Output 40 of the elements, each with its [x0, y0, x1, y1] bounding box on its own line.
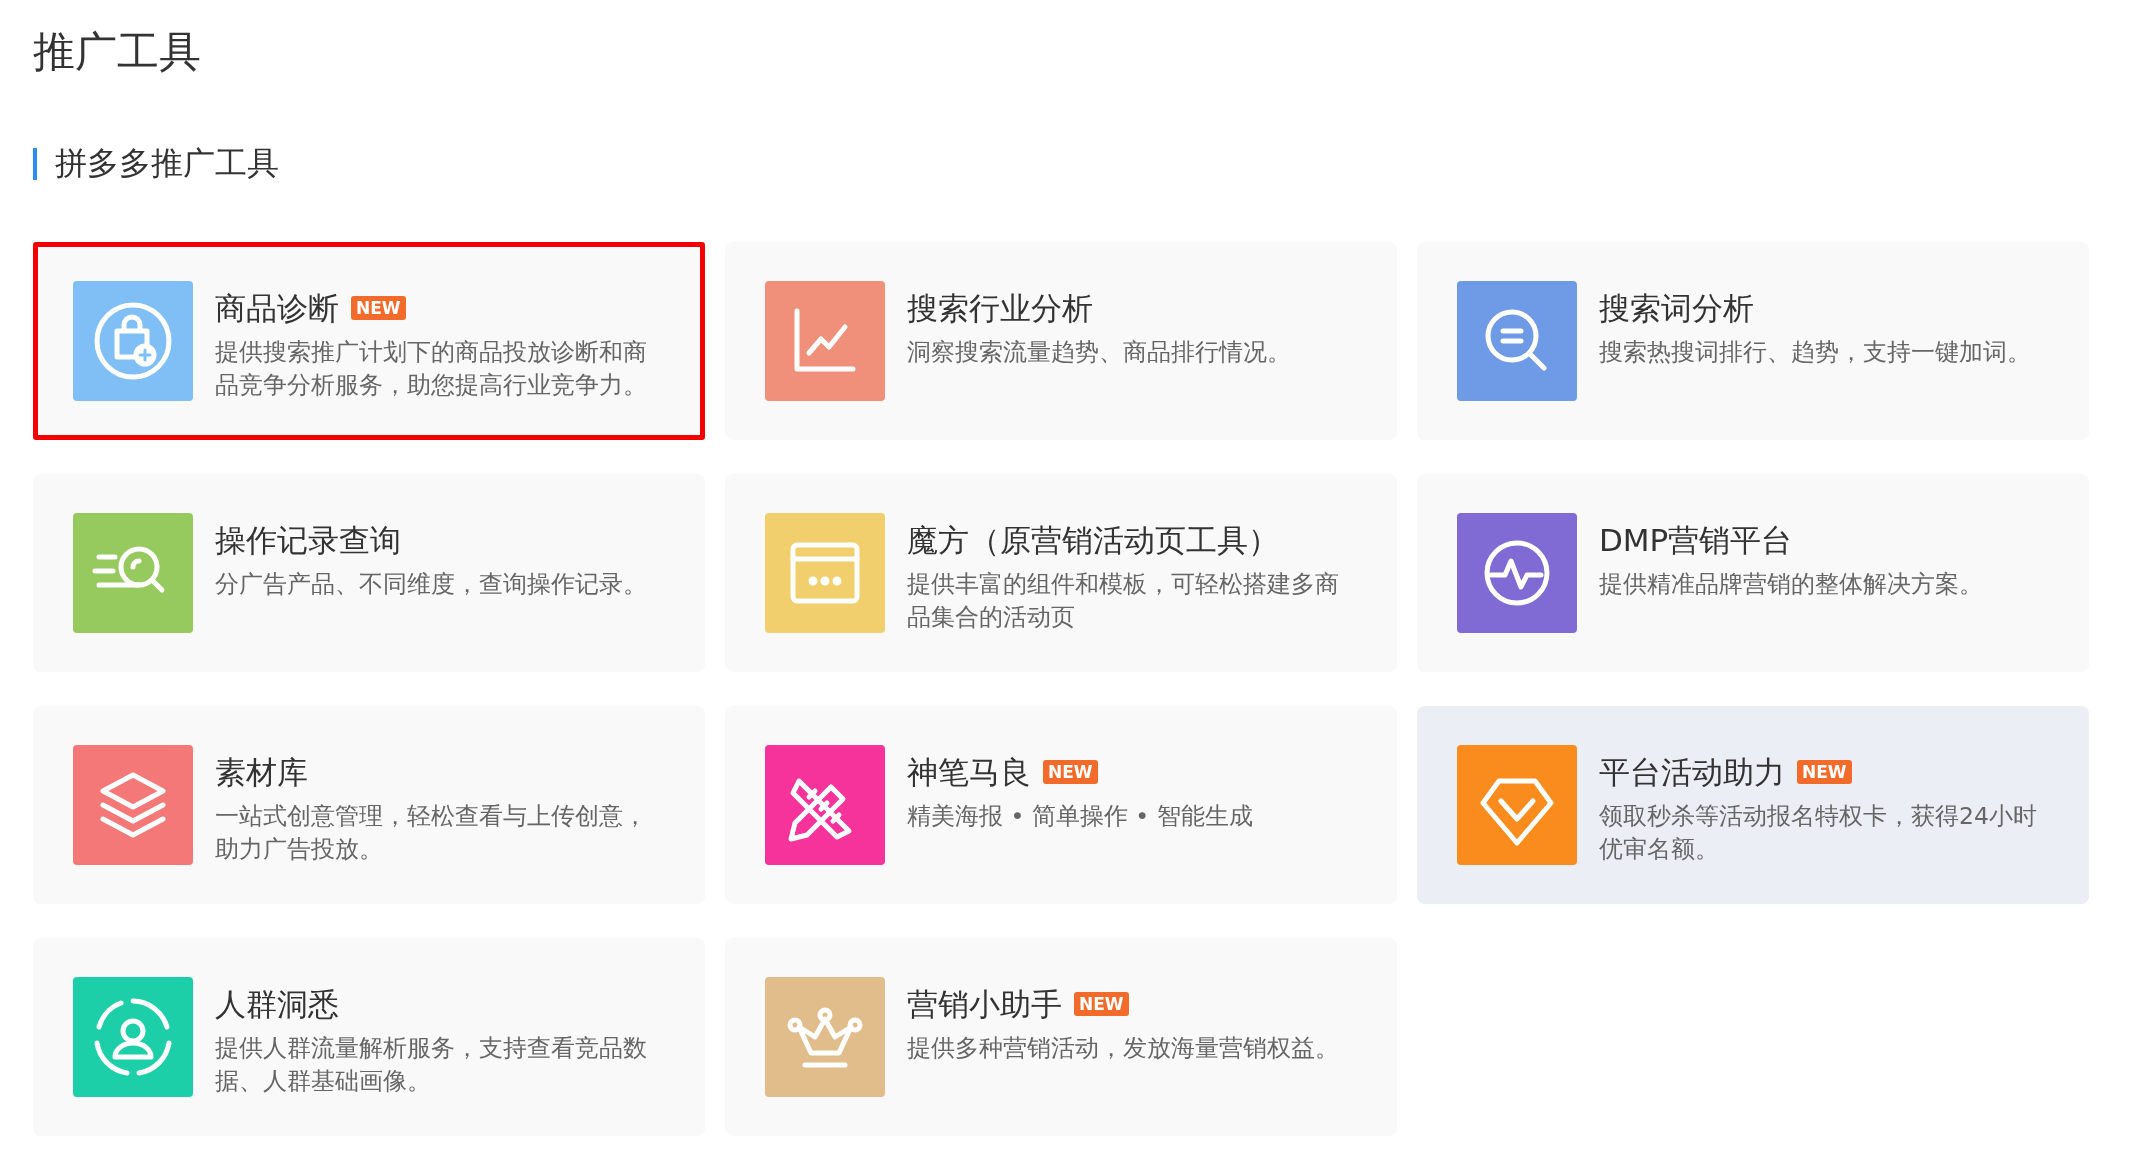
tool-description: 领取秒杀等活动报名特权卡，获得24小时优审名额。 — [1599, 801, 2038, 865]
tool-card[interactable]: 商品诊断 NEW 提供搜索推广计划下的商品投放诊断和商品竞争分析服务，助您提高行业竞争力。 — [33, 242, 705, 440]
tool-card[interactable]: 营销小助手 NEW 提供多种营销活动，发放海量营销权益。 — [725, 938, 1397, 1136]
tool-title: 素材库 — [215, 753, 308, 792]
tool-title: DMP营销平台 — [1599, 521, 1793, 560]
tool-description: 提供丰富的组件和模板，可轻松搭建多商品集合的活动页 — [907, 569, 1340, 633]
tool-card[interactable]: DMP营销平台 提供精准品牌营销的整体解决方案。 — [1417, 474, 2089, 672]
tool-title: 操作记录查询 — [215, 521, 401, 560]
tool-title: 营销小助手 — [907, 985, 1062, 1024]
tool-card[interactable]: 魔方（原营销活动页工具） 提供丰富的组件和模板，可轻松搭建多商品集合的活动页 — [725, 474, 1397, 672]
tool-title: 神笔马良 — [907, 753, 1031, 792]
tool-card[interactable]: 神笔马良 NEW 精美海报 • 简单操作 • 智能生成 — [725, 706, 1397, 904]
tool-title: 平台活动助力 — [1599, 753, 1785, 792]
new-badge: NEW — [1797, 760, 1852, 784]
tool-card[interactable]: 搜索词分析 搜索热搜词排行、趋势，支持一键加词。 — [1417, 242, 2089, 440]
tool-card[interactable]: 搜索行业分析 洞察搜索流量趋势、商品排行情况。 — [725, 242, 1397, 440]
tool-title: 商品诊断 — [215, 289, 339, 328]
tool-description: 搜索热搜词排行、趋势，支持一键加词。 — [1599, 337, 2032, 368]
tool-description: 提供多种营销活动，发放海量营销权益。 — [907, 1033, 1340, 1064]
tool-description: 提供精准品牌营销的整体解决方案。 — [1599, 569, 1984, 600]
new-badge: NEW — [1074, 992, 1129, 1016]
tool-card[interactable]: 素材库 一站式创意管理，轻松查看与上传创意，助力广告投放。 — [33, 706, 705, 904]
tool-description: 精美海报 • 简单操作 • 智能生成 — [907, 801, 1254, 832]
tool-card[interactable]: 人群洞悉 提供人群流量解析服务，支持查看竞品数据、人群基础画像。 — [33, 938, 705, 1136]
section-marker — [33, 148, 37, 180]
tool-description: 洞察搜索流量趋势、商品排行情况。 — [907, 337, 1292, 368]
new-badge: NEW — [1043, 760, 1098, 784]
tool-description: 分广告产品、不同维度，查询操作记录。 — [215, 569, 648, 600]
new-badge: NEW — [351, 296, 406, 320]
tool-title: 人群洞悉 — [215, 985, 339, 1024]
tool-card[interactable]: 操作记录查询 分广告产品、不同维度，查询操作记录。 — [33, 474, 705, 672]
page-title: 推广工具 — [33, 26, 202, 78]
tool-card[interactable]: 平台活动助力 NEW 领取秒杀等活动报名特权卡，获得24小时优审名额。 — [1417, 706, 2089, 904]
tool-title: 搜索行业分析 — [907, 289, 1093, 328]
tool-title: 搜索词分析 — [1599, 289, 1754, 328]
section-title: 拼多多推广工具 — [55, 143, 279, 184]
tool-description: 提供搜索推广计划下的商品投放诊断和商品竞争分析服务，助您提高行业竞争力。 — [215, 337, 648, 401]
tool-description: 提供人群流量解析服务，支持查看竞品数据、人群基础画像。 — [215, 1033, 648, 1097]
tool-description: 一站式创意管理，轻松查看与上传创意，助力广告投放。 — [215, 801, 648, 865]
tool-title: 魔方（原营销活动页工具） — [907, 521, 1279, 560]
